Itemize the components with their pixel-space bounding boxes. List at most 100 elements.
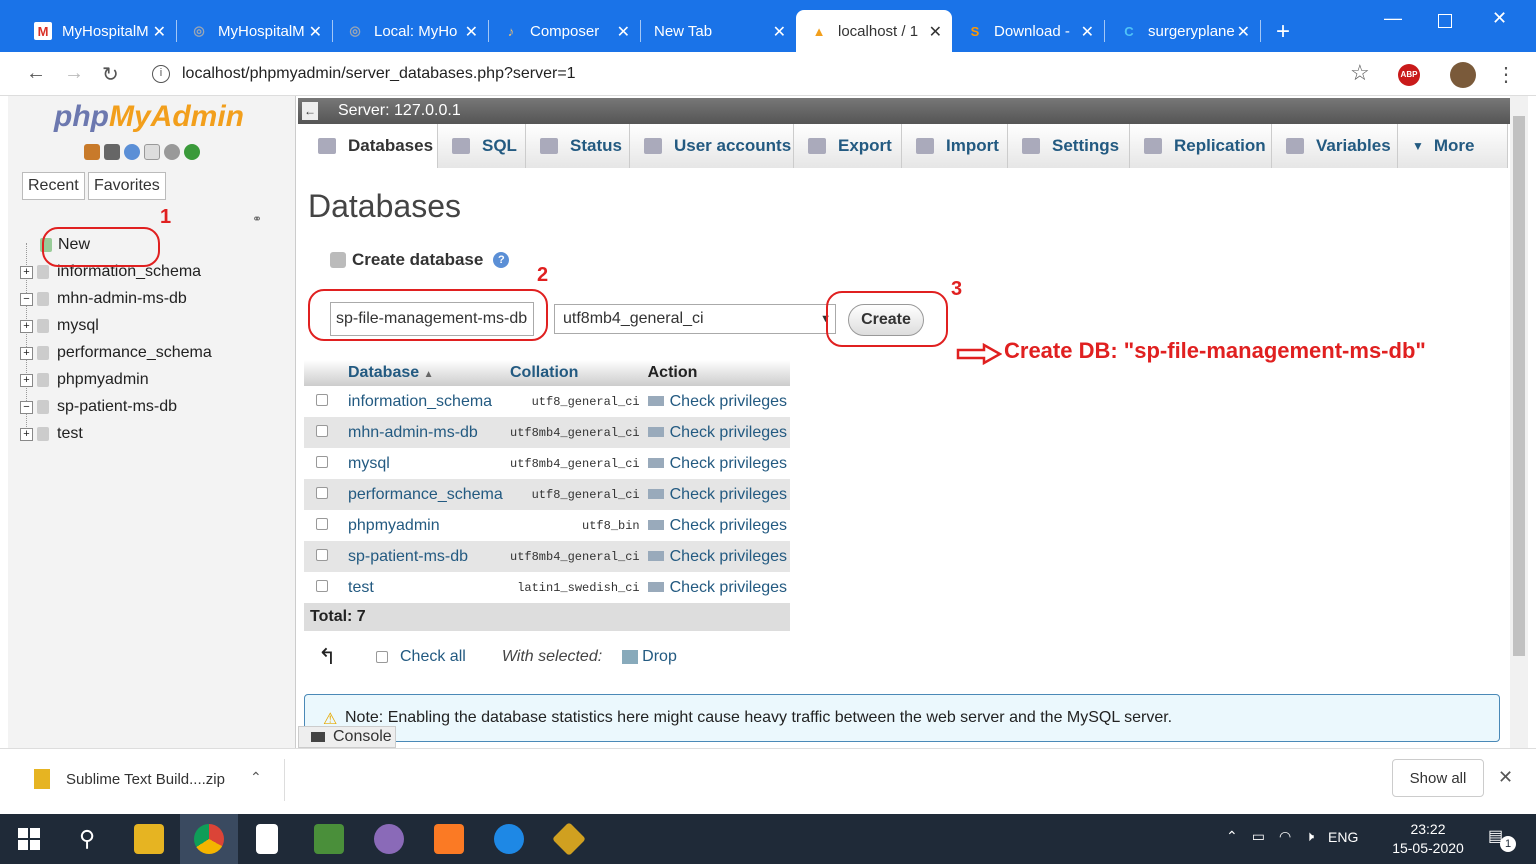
expand-icon[interactable]: + [20, 319, 33, 333]
gear-icon[interactable] [164, 144, 180, 160]
tree-item-db[interactable]: + mysql [20, 314, 99, 338]
check-privileges-link[interactable]: Check privileges [647, 572, 790, 603]
chevron-up-icon[interactable]: ⌃ [1226, 828, 1238, 845]
row-checkbox[interactable] [316, 393, 328, 406]
tab-import[interactable]: Import [902, 124, 1008, 168]
favorites-tab[interactable]: Favorites [88, 172, 166, 200]
browser-tab[interactable]: S Download - ✕ [952, 10, 1104, 52]
check-privileges-link[interactable]: Check privileges [647, 479, 790, 510]
tree-item-db[interactable]: − sp-patient-ms-db [20, 395, 177, 419]
volume-muted-icon[interactable]: 🕨 [1305, 828, 1314, 845]
reload-icon[interactable]: ↻ [102, 62, 119, 87]
recent-tab[interactable]: Recent [22, 172, 85, 200]
tab-settings[interactable]: Settings [1008, 124, 1130, 168]
tab-more[interactable]: ▼ More [1398, 124, 1508, 168]
row-checkbox[interactable] [316, 424, 328, 437]
wifi-icon[interactable]: ◠ [1279, 828, 1291, 845]
xampp-icon[interactable] [434, 824, 464, 854]
db-name-link[interactable]: performance_schema [348, 479, 510, 510]
row-checkbox[interactable] [316, 455, 328, 468]
row-checkbox[interactable] [316, 579, 328, 592]
browser-tab[interactable]: ◎ MyHospitalM ✕ [176, 10, 332, 52]
tab-status[interactable]: Status [526, 124, 630, 168]
header-database[interactable]: Database ▲ [348, 360, 510, 386]
tab-user-accounts[interactable]: User accounts [630, 124, 794, 168]
tree-item-db[interactable]: + phpmyadmin [20, 368, 149, 392]
git-icon[interactable] [552, 822, 586, 856]
home-icon[interactable] [84, 144, 100, 160]
tree-item-db[interactable]: + test [20, 422, 83, 446]
server-link[interactable]: Server: 127.0.0.1 [338, 98, 461, 124]
avatar[interactable] [1450, 62, 1476, 88]
refresh-icon[interactable] [184, 144, 200, 160]
close-icon[interactable]: ✕ [1081, 22, 1094, 42]
clock[interactable]: 23:22 15-05-2020 [1388, 820, 1468, 858]
header-collation[interactable]: Collation [510, 360, 648, 386]
tab-export[interactable]: Export [794, 124, 902, 168]
close-icon[interactable]: ✕ [1237, 22, 1250, 42]
file-explorer-icon[interactable] [134, 824, 164, 854]
language-indicator[interactable]: ENG [1328, 829, 1358, 845]
close-icon[interactable]: ✕ [617, 22, 630, 42]
docs-icon[interactable] [144, 144, 160, 160]
close-icon[interactable]: ✕ [929, 22, 942, 42]
expand-icon[interactable]: + [20, 427, 33, 441]
help-icon[interactable]: ? [493, 252, 510, 268]
tree-item-db[interactable]: − mhn-admin-ms-db [20, 287, 187, 311]
image-editor-icon[interactable] [314, 824, 344, 854]
check-privileges-link[interactable]: Check privileges [647, 541, 790, 572]
close-icon[interactable]: ✕ [773, 22, 786, 42]
new-tab-button[interactable]: + [1276, 18, 1290, 46]
collation-select[interactable]: utf8mb4_general_ci ▼ [554, 304, 836, 334]
logout-icon[interactable] [104, 144, 120, 160]
maps-icon[interactable] [494, 824, 524, 854]
info-icon[interactable]: i [152, 65, 170, 83]
check-all-checkbox[interactable] [376, 651, 388, 663]
maximize-icon[interactable] [1438, 14, 1452, 28]
back-icon[interactable]: ← [26, 62, 46, 85]
browser-tab[interactable]: ♪ Composer ✕ [488, 10, 640, 52]
phpmyadmin-logo[interactable]: phpMyAdmin [54, 100, 244, 134]
page-scrollbar[interactable] [1510, 96, 1528, 748]
notifications-icon[interactable]: ▤ 1 [1488, 826, 1516, 852]
close-icon[interactable]: ✕ [1498, 767, 1513, 788]
minimize-icon[interactable]: — [1384, 8, 1402, 29]
db-name-link[interactable]: mhn-admin-ms-db [348, 417, 510, 448]
paint-icon[interactable] [374, 824, 404, 854]
show-all-button[interactable]: Show all [1392, 759, 1484, 797]
close-icon[interactable]: ✕ [153, 22, 166, 42]
db-name-link[interactable]: sp-patient-ms-db [348, 541, 510, 572]
forward-icon[interactable]: → [64, 62, 84, 85]
expand-icon[interactable]: + [20, 346, 33, 360]
console-toggle[interactable]: Console [298, 726, 396, 748]
tab-replication[interactable]: Replication [1130, 124, 1272, 168]
star-icon[interactable]: ☆ [1350, 60, 1370, 86]
check-privileges-link[interactable]: Check privileges [647, 510, 790, 541]
collapse-icon[interactable]: − [20, 292, 33, 306]
link-icon[interactable]: ⚭ [252, 212, 262, 226]
check-all-label[interactable]: Check all [400, 648, 466, 666]
browser-tab-active[interactable]: ▲ localhost / 1 ✕ [796, 10, 952, 52]
browser-tab[interactable]: M MyHospitalM ✕ [20, 10, 176, 52]
collapse-nav-icon[interactable]: ← [302, 102, 318, 120]
drop-button[interactable]: Drop [642, 648, 677, 666]
help-icon[interactable] [124, 144, 140, 160]
close-window-icon[interactable]: ✕ [1492, 8, 1507, 29]
tab-databases[interactable]: Databases [304, 124, 438, 168]
expand-icon[interactable]: + [20, 265, 33, 279]
check-privileges-link[interactable]: Check privileges [647, 386, 790, 417]
adblock-icon[interactable]: ABP [1398, 64, 1420, 86]
db-name-link[interactable]: mysql [348, 448, 510, 479]
db-name-link[interactable]: information_schema [348, 386, 510, 417]
browser-tab[interactable]: C surgeryplane ✕ [1106, 10, 1260, 52]
battery-icon[interactable]: ▭ [1252, 828, 1265, 845]
search-icon[interactable]: ⚲ [72, 824, 102, 854]
collapse-icon[interactable]: − [20, 400, 33, 414]
check-privileges-link[interactable]: Check privileges [647, 417, 790, 448]
chevron-up-icon[interactable]: ⌃ [250, 769, 262, 786]
notepad-icon[interactable] [256, 824, 278, 854]
close-icon[interactable]: ✕ [465, 22, 478, 42]
menu-icon[interactable]: ⋮ [1496, 62, 1516, 87]
browser-tab[interactable]: New Tab ✕ [640, 10, 796, 52]
tree-item-db[interactable]: + performance_schema [20, 341, 212, 365]
